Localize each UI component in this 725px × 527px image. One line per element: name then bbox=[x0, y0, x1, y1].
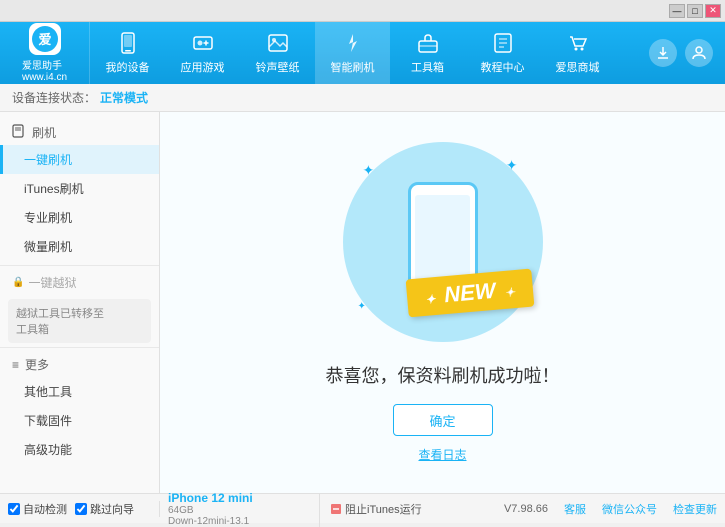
logo-text: 爱思助手 www.i4.cn bbox=[22, 57, 67, 83]
sidebar-item-other-tools[interactable]: 其他工具 bbox=[0, 377, 159, 406]
content-area: ✦ ✦ ✦ ✦ NEW ✦ 恭喜您，保资料刷机成功啦！ 确定 查看日 bbox=[160, 112, 725, 493]
sidebar-item-one-click-flash[interactable]: 一键刷机 bbox=[0, 145, 159, 174]
pro-flash-label: 专业刷机 bbox=[24, 211, 72, 225]
device-model: Down-12mini-13.1 bbox=[168, 516, 311, 527]
maximize-button[interactable]: □ bbox=[687, 4, 703, 18]
skip-wizard-input[interactable] bbox=[75, 503, 87, 515]
nav-apps-games-label: 应用游戏 bbox=[181, 59, 225, 75]
phone-background: ✦ ✦ ✦ ✦ NEW ✦ bbox=[343, 142, 543, 342]
sparkle-2: ✦ bbox=[506, 157, 518, 174]
sidebar-item-pro-flash[interactable]: 专业刷机 bbox=[0, 203, 159, 232]
sidebar-info-box: 越狱工具已转移至 工具箱 bbox=[8, 299, 151, 343]
nav-my-device-label: 我的设备 bbox=[106, 59, 150, 75]
device-info: iPhone 12 mini 64GB Down-12mini-13.1 bbox=[160, 491, 320, 527]
nav-items: 我的设备 应用游戏 铃声壁纸 智能刷机 工具箱 bbox=[90, 22, 649, 84]
sidebar-section-flash[interactable]: 刷机 bbox=[0, 120, 159, 145]
sidebar: 刷机 一键刷机 iTunes刷机 专业刷机 微量刷机 🔒 一键越狱 越狱工具已转… bbox=[0, 112, 160, 493]
nav-tutorial-label: 教程中心 bbox=[481, 59, 525, 75]
nav-tutorial[interactable]: 教程中心 bbox=[465, 22, 540, 84]
confirm-button[interactable]: 确定 bbox=[393, 404, 493, 436]
stop-itunes-label: 阻止iTunes运行 bbox=[345, 501, 422, 517]
sidebar-item-itunes-flash[interactable]: iTunes刷机 bbox=[0, 174, 159, 203]
stop-itunes-button[interactable]: 阻止iTunes运行 bbox=[320, 501, 432, 517]
logo-icon: 爱 bbox=[29, 23, 61, 55]
flash-section-label: 刷机 bbox=[32, 124, 56, 141]
one-click-flash-label: 一键刷机 bbox=[24, 153, 72, 167]
auto-detect-input[interactable] bbox=[8, 503, 20, 515]
phone-screen bbox=[415, 195, 470, 280]
info-line1: 越狱工具已转移至 bbox=[16, 305, 143, 321]
wallpaper-icon bbox=[264, 31, 292, 55]
bottom-left-section: 自动检测 跳过向导 bbox=[0, 501, 160, 517]
title-bar: — □ ✕ bbox=[0, 0, 725, 22]
restore-flash-label: 微量刷机 bbox=[24, 240, 72, 254]
new-badge-text: NEW bbox=[443, 278, 496, 307]
status-bar: 设备连接状态： 正常模式 bbox=[0, 84, 725, 112]
logo[interactable]: 爱 爱思助手 www.i4.cn bbox=[0, 22, 90, 84]
device-storage: 64GB bbox=[168, 505, 311, 516]
skip-wizard-checkbox[interactable]: 跳过向导 bbox=[75, 501, 134, 517]
lock-icon: 🔒 bbox=[12, 277, 24, 288]
nav-smart-flash[interactable]: 智能刷机 bbox=[315, 22, 390, 84]
nav-mall[interactable]: 爱思商城 bbox=[540, 22, 615, 84]
nav-toolbox[interactable]: 工具箱 bbox=[390, 22, 465, 84]
nav-apps-games[interactable]: 应用游戏 bbox=[165, 22, 240, 84]
more-section-icon: ≡ bbox=[12, 358, 19, 372]
nav-toolbox-label: 工具箱 bbox=[411, 59, 444, 75]
nav-smart-flash-label: 智能刷机 bbox=[331, 59, 375, 75]
sidebar-section-more[interactable]: ≡ 更多 bbox=[0, 352, 159, 377]
service-link[interactable]: 客服 bbox=[564, 501, 586, 517]
info-line2: 工具箱 bbox=[16, 321, 143, 337]
sidebar-item-download-firmware[interactable]: 下载固件 bbox=[0, 406, 159, 435]
apps-games-icon bbox=[189, 31, 217, 55]
svg-text:爱: 爱 bbox=[38, 32, 51, 47]
nav-mall-label: 爱思商城 bbox=[556, 59, 600, 75]
success-illustration: ✦ ✦ ✦ ✦ NEW ✦ bbox=[343, 142, 543, 342]
advanced-label: 高级功能 bbox=[24, 443, 72, 457]
close-button[interactable]: ✕ bbox=[705, 4, 721, 18]
daily-log-link[interactable]: 查看日志 bbox=[418, 446, 466, 463]
bottom-bar: 自动检测 跳过向导 iPhone 12 mini 64GB Down-12min… bbox=[0, 493, 725, 523]
nav-my-device[interactable]: 我的设备 bbox=[90, 22, 165, 84]
smart-flash-icon bbox=[339, 31, 367, 55]
nav-right bbox=[649, 39, 725, 67]
sidebar-divider-2 bbox=[0, 347, 159, 348]
mall-icon bbox=[564, 31, 592, 55]
check-update-link[interactable]: 检查更新 bbox=[673, 501, 717, 517]
toolbox-icon bbox=[414, 31, 442, 55]
download-firmware-label: 下载固件 bbox=[24, 414, 72, 428]
wechat-link[interactable]: 微信公众号 bbox=[602, 501, 657, 517]
new-star-right: ✦ bbox=[504, 285, 515, 300]
status-value: 正常模式 bbox=[100, 89, 148, 106]
download-button[interactable] bbox=[649, 39, 677, 67]
success-message: 恭喜您，保资料刷机成功啦！ bbox=[326, 362, 560, 388]
itunes-flash-label: iTunes刷机 bbox=[24, 182, 84, 196]
version-label: V7.98.66 bbox=[504, 503, 548, 515]
sidebar-divider-1 bbox=[0, 265, 159, 266]
tutorial-icon bbox=[489, 31, 517, 55]
user-button[interactable] bbox=[685, 39, 713, 67]
more-section-label: 更多 bbox=[25, 356, 49, 373]
nav-wallpaper[interactable]: 铃声壁纸 bbox=[240, 22, 315, 84]
main-layout: 刷机 一键刷机 iTunes刷机 专业刷机 微量刷机 🔒 一键越狱 越狱工具已转… bbox=[0, 112, 725, 493]
sidebar-item-advanced[interactable]: 高级功能 bbox=[0, 435, 159, 464]
header: 爱 爱思助手 www.i4.cn 我的设备 应用游戏 铃声壁纸 bbox=[0, 22, 725, 84]
flash-section-icon bbox=[12, 124, 26, 141]
auto-detect-label: 自动检测 bbox=[23, 501, 67, 517]
skip-wizard-label: 跳过向导 bbox=[90, 501, 134, 517]
nav-wallpaper-label: 铃声壁纸 bbox=[256, 59, 300, 75]
stop-icon bbox=[330, 503, 342, 515]
bottom-right-section: V7.98.66 客服 微信公众号 检查更新 bbox=[504, 501, 725, 517]
locked-label: 一键越狱 bbox=[28, 274, 76, 291]
my-device-icon bbox=[114, 31, 142, 55]
status-label: 设备连接状态： bbox=[12, 89, 96, 106]
sidebar-locked-jailbreak: 🔒 一键越狱 bbox=[0, 270, 159, 295]
other-tools-label: 其他工具 bbox=[24, 385, 72, 399]
sparkle-3: ✦ bbox=[358, 301, 366, 312]
sparkle-1: ✦ bbox=[363, 162, 375, 179]
auto-detect-checkbox[interactable]: 自动检测 bbox=[8, 501, 67, 517]
new-star-left: ✦ bbox=[425, 292, 436, 307]
minimize-button[interactable]: — bbox=[669, 4, 685, 18]
sidebar-item-restore-flash[interactable]: 微量刷机 bbox=[0, 232, 159, 261]
